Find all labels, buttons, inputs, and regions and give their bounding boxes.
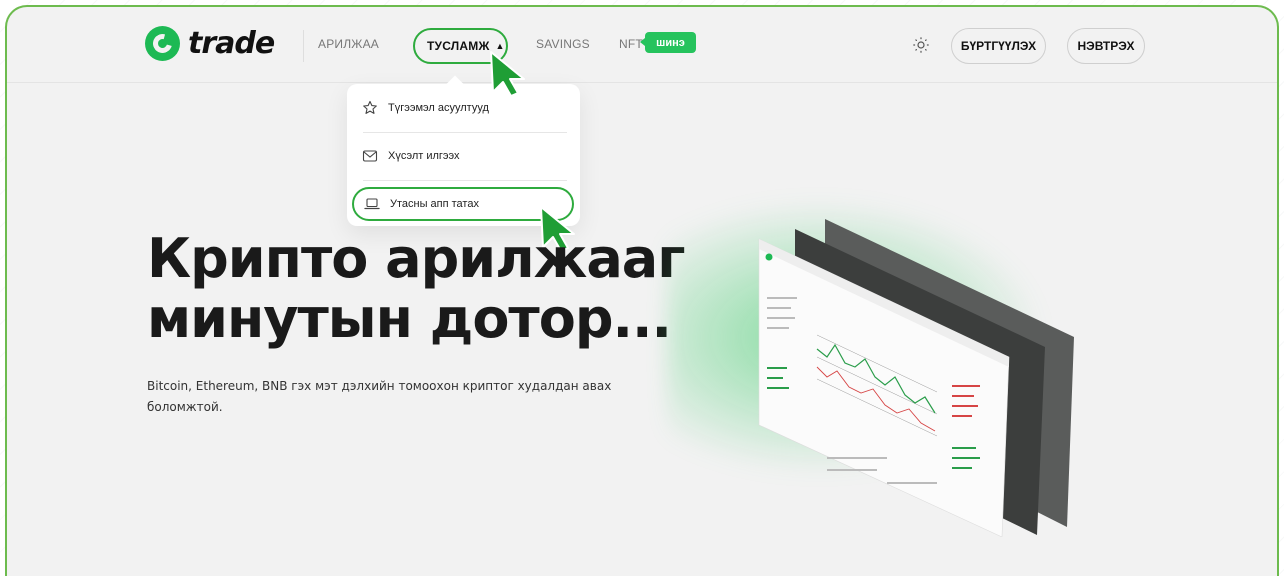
cursor-pointer-icon [490,51,525,97]
nav-trading[interactable]: АРИЛЖАА [318,37,379,51]
hero-title-line-2: минутын дотор... [147,287,672,350]
divider [363,132,567,133]
logo-icon [145,26,180,61]
divider [363,180,567,181]
trading-app-screens-illustration [758,219,1074,537]
dropdown-item-faq[interactable]: Түгээмэл асуултууд [357,91,569,125]
theme-toggle-icon[interactable] [913,37,929,53]
hero-title: Крипто арилжааг минутын дотор... [147,227,685,350]
mail-icon [362,150,378,162]
nav-savings[interactable]: SAVINGS [536,37,590,51]
login-button[interactable]: НЭВТРЭХ [1067,28,1145,64]
logo-text: trade [188,26,275,61]
hero-subtitle: Bitcoin, Ethereum, BNB гэх мэт дэлхийн т… [147,379,612,414]
dropdown-item-label: Утасны апп татах [390,198,479,210]
browser-frame: trade АРИЛЖАА ТУСЛАМЖ ▲ SAVINGS NFT шинэ… [5,5,1279,576]
dropdown-item-label: Хүсэлт илгээх [388,150,460,162]
nav-help-label: ТУСЛАМЖ [427,39,490,53]
register-button[interactable]: БҮРТГҮҮЛЭХ [951,28,1046,64]
dropdown-item-label: Түгээмэл асуултууд [388,102,489,114]
new-badge: шинэ [640,32,696,53]
logo[interactable]: trade [145,26,275,61]
laptop-icon [364,198,380,210]
nav-divider [303,30,304,62]
hero-title-line-1: Крипто арилжааг [147,227,685,290]
dropdown-item-request[interactable]: Хүсэлт илгээх [357,139,569,173]
top-navigation: trade АРИЛЖАА ТУСЛАМЖ ▲ SAVINGS NFT шинэ… [7,7,1277,83]
star-icon [363,100,377,114]
